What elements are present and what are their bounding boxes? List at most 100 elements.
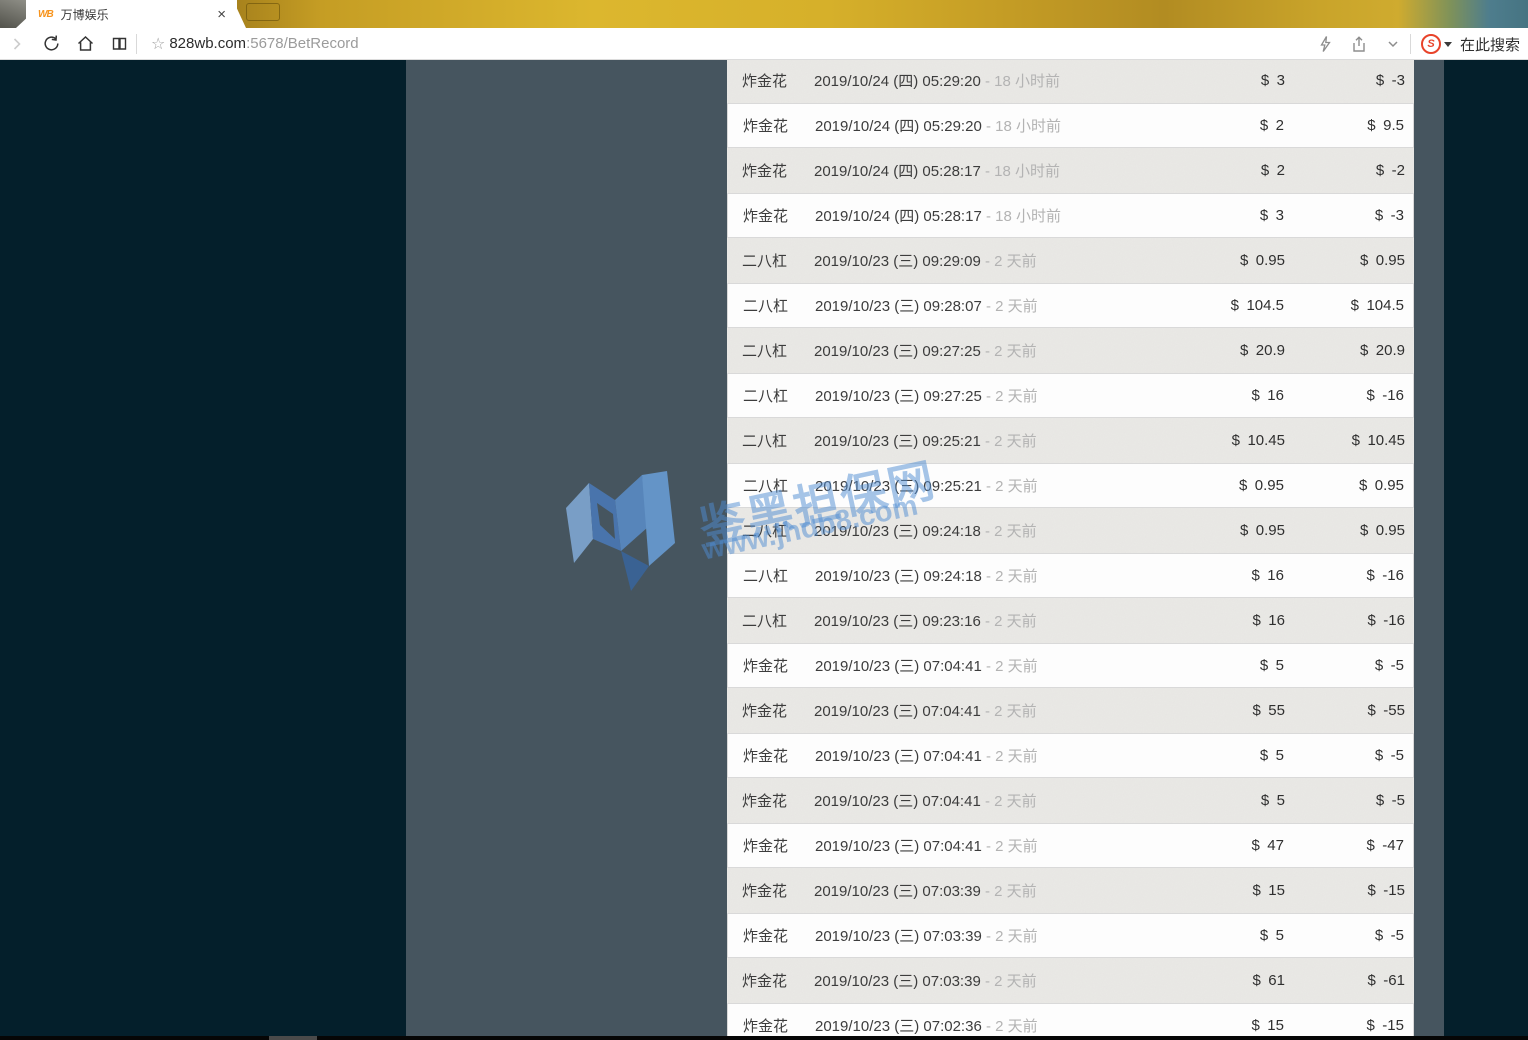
win-loss-amount: $ 0.95	[1359, 522, 1405, 539]
win-loss-amount: $ 10.45	[1351, 432, 1405, 449]
bet-record-row: 二八杠 2019/10/23 (三) 09:24:18 - 2 天前 $ 16 …	[727, 553, 1414, 598]
desktop-wallpaper	[233, 0, 1528, 28]
relative-time: - 2 天前	[980, 523, 1037, 540]
sogou-search-icon[interactable]: S	[1420, 34, 1441, 54]
lightning-icon[interactable]	[1308, 28, 1342, 60]
win-loss-amount: $ -16	[1366, 567, 1404, 584]
bet-record-row: 炸金花 2019/10/23 (三) 07:04:41 - 2 天前 $ 5 $…	[727, 643, 1414, 688]
win-loss-amount: $ 0.95	[1359, 252, 1405, 269]
bet-amount: $ 15	[1251, 1017, 1284, 1034]
reading-list-icon[interactable]	[102, 28, 136, 60]
bet-amount: $ 16	[1252, 612, 1285, 629]
new-tab-button[interactable]	[246, 3, 280, 21]
win-loss-amount: $ -3	[1374, 207, 1404, 224]
forward-chevron-icon[interactable]	[0, 28, 34, 60]
bet-record-row: 炸金花 2019/10/24 (四) 05:28:17 - 18 小时前 $ 3…	[727, 193, 1414, 238]
bet-record-row: 二八杠 2019/10/23 (三) 09:25:21 - 2 天前 $ 10.…	[727, 418, 1414, 463]
game-name: 二八杠	[743, 298, 789, 315]
bet-amount: $ 55	[1252, 702, 1285, 719]
relative-time: - 2 天前	[981, 388, 1038, 405]
site-favicon-icon: WB	[38, 8, 54, 20]
win-loss-amount: $ -15	[1367, 882, 1405, 899]
bet-table: 炸金花 2019/10/24 (四) 05:29:20 - 18 小时前 $ 3…	[727, 60, 1414, 1036]
game-name: 二八杠	[742, 613, 788, 630]
win-loss-amount: $ -5	[1375, 792, 1405, 809]
game-name: 炸金花	[742, 73, 788, 90]
bet-amount: $ 61	[1252, 972, 1285, 989]
url-path: :5678/BetRecord	[246, 35, 359, 52]
bet-amount: $ 3	[1259, 207, 1284, 224]
win-loss-amount: $ -15	[1366, 1017, 1404, 1034]
bet-datetime: 2019/10/24 (四) 05:28:17 - 18 小时前	[815, 208, 1061, 225]
bet-record-row: 二八杠 2019/10/23 (三) 09:27:25 - 2 天前 $ 16 …	[727, 373, 1414, 418]
bet-amount: $ 5	[1260, 792, 1285, 809]
bet-record-row: 炸金花 2019/10/23 (三) 07:03:39 - 2 天前 $ 15 …	[727, 868, 1414, 913]
relative-time: - 2 天前	[981, 478, 1038, 495]
address-bar[interactable]: 828wb.com:5678/BetRecord	[169, 35, 358, 52]
search-engine-caret-icon[interactable]	[1443, 41, 1452, 47]
bet-amount: $ 47	[1251, 837, 1284, 854]
tab-close-icon[interactable]: ×	[212, 7, 231, 22]
bet-datetime: 2019/10/23 (三) 07:03:39 - 2 天前	[815, 928, 1038, 945]
bet-datetime: 2019/10/23 (三) 09:24:18 - 2 天前	[815, 568, 1038, 585]
bet-datetime: 2019/10/23 (三) 09:29:09 - 2 天前	[814, 253, 1037, 270]
win-loss-amount: $ 9.5	[1367, 117, 1404, 134]
relative-time: - 18 小时前	[980, 73, 1060, 90]
share-icon[interactable]	[1342, 28, 1376, 60]
game-name: 二八杠	[742, 253, 788, 270]
game-name: 炸金花	[743, 118, 789, 135]
bet-record-row: 炸金花 2019/10/24 (四) 05:28:17 - 18 小时前 $ 2…	[727, 148, 1414, 193]
bet-record-row: 炸金花 2019/10/23 (三) 07:04:41 - 2 天前 $ 5 $…	[727, 733, 1414, 778]
relative-time: - 2 天前	[981, 748, 1038, 765]
relative-time: - 18 小时前	[981, 118, 1061, 135]
page-background-right	[1444, 60, 1528, 1036]
bottom-edge-bar	[0, 1036, 1528, 1040]
bet-amount: $ 104.5	[1230, 297, 1284, 314]
bottom-bar-accent	[269, 1036, 317, 1040]
bet-amount: $ 2	[1259, 117, 1284, 134]
search-box[interactable]: 在此搜索	[1460, 34, 1520, 55]
bet-amount: $ 0.95	[1239, 522, 1285, 539]
relative-time: - 2 天前	[981, 658, 1038, 675]
bet-datetime: 2019/10/23 (三) 07:02:36 - 2 天前	[815, 1018, 1038, 1035]
favorite-star-icon[interactable]: ☆	[151, 34, 165, 54]
relative-time: - 2 天前	[980, 433, 1037, 450]
tab-strip: WB 万博娱乐 ×	[0, 0, 1528, 28]
bet-record-row: 炸金花 2019/10/24 (四) 05:29:20 - 18 小时前 $ 2…	[727, 103, 1414, 148]
bet-record-row: 二八杠 2019/10/23 (三) 09:29:09 - 2 天前 $ 0.9…	[727, 238, 1414, 283]
browser-tab[interactable]: WB 万博娱乐 ×	[26, 0, 237, 28]
win-loss-amount: $ 0.95	[1358, 477, 1404, 494]
game-name: 二八杠	[742, 523, 788, 540]
bet-datetime: 2019/10/24 (四) 05:29:20 - 18 小时前	[814, 73, 1060, 90]
game-name: 炸金花	[742, 973, 788, 990]
bet-record-row: 二八杠 2019/10/23 (三) 09:25:21 - 2 天前 $ 0.9…	[727, 463, 1414, 508]
relative-time: - 18 小时前	[981, 208, 1061, 225]
bet-datetime: 2019/10/23 (三) 09:27:25 - 2 天前	[815, 388, 1038, 405]
bet-datetime: 2019/10/23 (三) 09:25:21 - 2 天前	[814, 433, 1037, 450]
bet-record-row: 二八杠 2019/10/23 (三) 09:24:18 - 2 天前 $ 0.9…	[727, 508, 1414, 553]
bet-datetime: 2019/10/23 (三) 09:23:16 - 2 天前	[814, 613, 1037, 630]
toolbar-divider	[1409, 34, 1411, 54]
win-loss-amount: $ -5	[1374, 747, 1404, 764]
win-loss-amount: $ -16	[1367, 612, 1405, 629]
bet-amount: $ 5	[1259, 657, 1284, 674]
bet-record-row: 二八杠 2019/10/23 (三) 09:23:16 - 2 天前 $ 16 …	[727, 598, 1414, 643]
bet-amount: $ 5	[1259, 927, 1284, 944]
bet-amount: $ 2	[1260, 162, 1285, 179]
game-name: 二八杠	[742, 343, 788, 360]
game-name: 炸金花	[742, 163, 788, 180]
home-icon[interactable]	[68, 28, 102, 60]
bet-amount: $ 16	[1251, 387, 1284, 404]
win-loss-amount: $ 20.9	[1359, 342, 1405, 359]
toolbar-divider	[136, 33, 137, 54]
win-loss-amount: $ -2	[1375, 162, 1405, 179]
refresh-icon[interactable]	[34, 28, 68, 60]
win-loss-amount: $ -55	[1367, 702, 1405, 719]
bet-amount: $ 20.9	[1239, 342, 1285, 359]
game-name: 炸金花	[742, 793, 788, 810]
game-name: 炸金花	[743, 838, 789, 855]
bet-record-row: 炸金花 2019/10/23 (三) 07:04:41 - 2 天前 $ 5 $…	[727, 778, 1414, 823]
bet-datetime: 2019/10/24 (四) 05:28:17 - 18 小时前	[814, 163, 1060, 180]
chevron-down-icon[interactable]	[1376, 28, 1410, 60]
bet-amount: $ 5	[1259, 747, 1284, 764]
